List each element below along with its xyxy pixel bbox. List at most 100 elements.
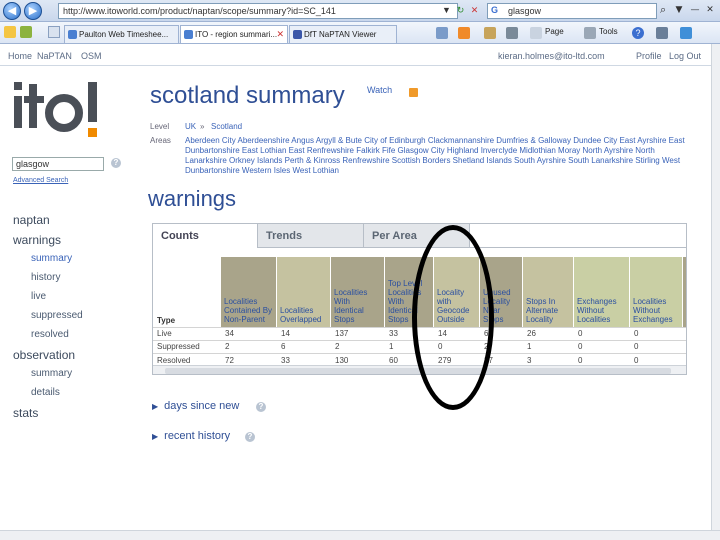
col-truncated[interactable]: N bbox=[683, 257, 687, 327]
site-search-input[interactable]: glasgow bbox=[12, 157, 104, 171]
nav-home[interactable]: Home bbox=[8, 51, 32, 61]
ito-logo[interactable] bbox=[12, 78, 102, 146]
messenger-icon[interactable] bbox=[680, 27, 692, 39]
days-since-new-toggle[interactable]: ▶ days since new bbox=[152, 400, 239, 412]
col-localities-identical-stops[interactable]: Localities With Identical Stops bbox=[331, 257, 384, 327]
count-cell[interactable]: 1 bbox=[527, 342, 531, 351]
favorites-icon[interactable] bbox=[4, 26, 16, 38]
address-dropdown-icon[interactable]: ▼ bbox=[440, 3, 453, 19]
back-arrow-icon[interactable]: ◀ bbox=[3, 2, 21, 20]
tab-paulton[interactable]: Paulton Web Timeshee... bbox=[64, 25, 179, 43]
count-cell[interactable]: 6 bbox=[281, 342, 285, 351]
nav-observation-section[interactable]: observation bbox=[13, 348, 75, 362]
count-cell[interactable]: 0 bbox=[686, 342, 687, 351]
recent-history-toggle[interactable]: ▶ recent history bbox=[152, 430, 230, 442]
nav-logout[interactable]: Log Out bbox=[669, 51, 701, 61]
count-cell[interactable]: 26 bbox=[527, 329, 536, 338]
count-cell[interactable]: 60 bbox=[389, 356, 398, 365]
rss-icon[interactable] bbox=[409, 88, 418, 97]
count-cell[interactable]: 130 bbox=[335, 356, 348, 365]
nav-warnings-resolved[interactable]: resolved bbox=[31, 329, 69, 340]
count-cell[interactable]: 33 bbox=[389, 329, 398, 338]
count-cell[interactable]: 3 bbox=[527, 356, 531, 365]
page-horizontal-scrollbar[interactable] bbox=[0, 530, 720, 540]
close-window-icon[interactable]: ✕ bbox=[703, 3, 717, 17]
count-cell[interactable]: 2 bbox=[686, 356, 687, 365]
tools-menu[interactable]: Tools bbox=[599, 27, 618, 36]
count-cell[interactable]: 72 bbox=[225, 356, 234, 365]
nav-observation-details[interactable]: details bbox=[31, 387, 60, 398]
count-cell[interactable]: 0 bbox=[578, 329, 582, 338]
advanced-search-link[interactable]: Advanced Search bbox=[13, 177, 68, 184]
recent-history-label: recent history bbox=[164, 430, 231, 442]
tab-ito-region-summary[interactable]: ITO - region summari... ✕ bbox=[180, 25, 288, 43]
tab-counts[interactable]: Counts bbox=[153, 224, 258, 248]
count-cell[interactable]: 0 bbox=[578, 342, 582, 351]
tools-menu-icon[interactable] bbox=[584, 27, 596, 39]
mail-icon[interactable] bbox=[484, 27, 496, 39]
nav-stats-section[interactable]: stats bbox=[13, 406, 38, 420]
breadcrumb-scotland[interactable]: Scotland bbox=[211, 122, 242, 131]
nav-warnings-suppressed[interactable]: suppressed bbox=[31, 310, 83, 321]
col-localities-contained[interactable]: Localities Contained By Non-Parent bbox=[221, 257, 276, 327]
count-cell[interactable]: 137 bbox=[335, 329, 348, 338]
search-dropdown-icon[interactable]: ▼ bbox=[672, 3, 686, 17]
nav-naptan-section[interactable]: naptan bbox=[13, 213, 50, 227]
page-menu[interactable]: Page bbox=[545, 27, 564, 36]
count-cell[interactable]: 0 bbox=[578, 356, 582, 365]
watch-link[interactable]: Watch bbox=[367, 85, 392, 95]
column-label: Localities Without Exchanges bbox=[633, 297, 673, 324]
print-icon[interactable] bbox=[506, 27, 518, 39]
count-cell[interactable]: 14 bbox=[281, 329, 290, 338]
tab-trends[interactable]: Trends bbox=[258, 224, 364, 248]
count-cell[interactable]: 2 bbox=[686, 329, 687, 338]
stop-icon[interactable]: ✕ bbox=[468, 3, 481, 19]
page-menu-icon[interactable] bbox=[530, 27, 542, 39]
help-menu-icon[interactable]: ? bbox=[632, 27, 644, 39]
home-icon[interactable] bbox=[436, 27, 448, 39]
nav-observation-summary[interactable]: summary bbox=[31, 368, 72, 379]
browser-search-input[interactable]: glasgow bbox=[487, 3, 657, 19]
col-localities-without-exchanges[interactable]: Localities Without Exchanges bbox=[630, 257, 682, 327]
col-stops-alternate-locality[interactable]: Stops In Alternate Locality bbox=[523, 257, 573, 327]
col-localities-overlapped[interactable]: Localities Overlapped bbox=[277, 257, 330, 327]
nav-naptan[interactable]: NaPTAN bbox=[37, 51, 72, 61]
close-tab-icon[interactable]: ✕ bbox=[276, 26, 284, 43]
tab-list-icon[interactable] bbox=[48, 26, 60, 38]
feeds-icon[interactable] bbox=[458, 27, 470, 39]
address-field[interactable]: http://www.itoworld.com/product/naptan/s… bbox=[58, 3, 458, 19]
count-cell[interactable]: 0 bbox=[634, 356, 638, 365]
page-vertical-scrollbar[interactable] bbox=[711, 44, 720, 530]
refresh-icon[interactable]: ↻ bbox=[454, 3, 467, 19]
areas-list[interactable]: Aberdeen City Aberdeenshire Angus Argyll… bbox=[185, 136, 695, 176]
forward-arrow-icon[interactable]: ▶ bbox=[24, 2, 42, 20]
nav-warnings-live[interactable]: live bbox=[31, 291, 46, 302]
count-cell[interactable]: 2 bbox=[335, 342, 339, 351]
nav-osm[interactable]: OSM bbox=[81, 51, 102, 61]
nav-warnings-history[interactable]: history bbox=[31, 272, 60, 283]
count-cell[interactable]: 0 bbox=[634, 329, 638, 338]
add-favorite-icon[interactable] bbox=[20, 26, 32, 38]
nav-warnings-summary[interactable]: summary bbox=[31, 253, 72, 264]
count-cell[interactable]: 33 bbox=[281, 356, 290, 365]
count-cell[interactable]: 34 bbox=[225, 329, 234, 338]
nav-profile[interactable]: Profile bbox=[636, 51, 662, 61]
col-exchanges-without-localities[interactable]: Exchanges Without Localities bbox=[574, 257, 629, 327]
row-label-live: Live bbox=[157, 329, 172, 338]
help-icon[interactable]: ? bbox=[111, 158, 121, 168]
breadcrumb-uk[interactable]: UK bbox=[185, 122, 196, 131]
warnings-heading: warnings bbox=[148, 186, 237, 211]
column-label: N bbox=[686, 315, 687, 324]
count-cell[interactable]: 0 bbox=[634, 342, 638, 351]
row-label-suppressed: Suppressed bbox=[157, 342, 200, 351]
minimize-icon[interactable]: — bbox=[688, 3, 702, 17]
count-cell[interactable]: 1 bbox=[389, 342, 393, 351]
help-icon[interactable]: ? bbox=[256, 402, 266, 412]
count-cell[interactable]: 2 bbox=[225, 342, 229, 351]
help-icon[interactable]: ? bbox=[245, 432, 255, 442]
nav-warnings-section[interactable]: warnings bbox=[13, 233, 61, 247]
search-icon[interactable]: ⌕ bbox=[660, 3, 666, 17]
column-label: Exchanges Without Localities bbox=[577, 297, 617, 324]
research-icon[interactable] bbox=[656, 27, 668, 39]
tab-dft-naptan-viewer[interactable]: DfT NaPTAN Viewer bbox=[289, 25, 397, 43]
